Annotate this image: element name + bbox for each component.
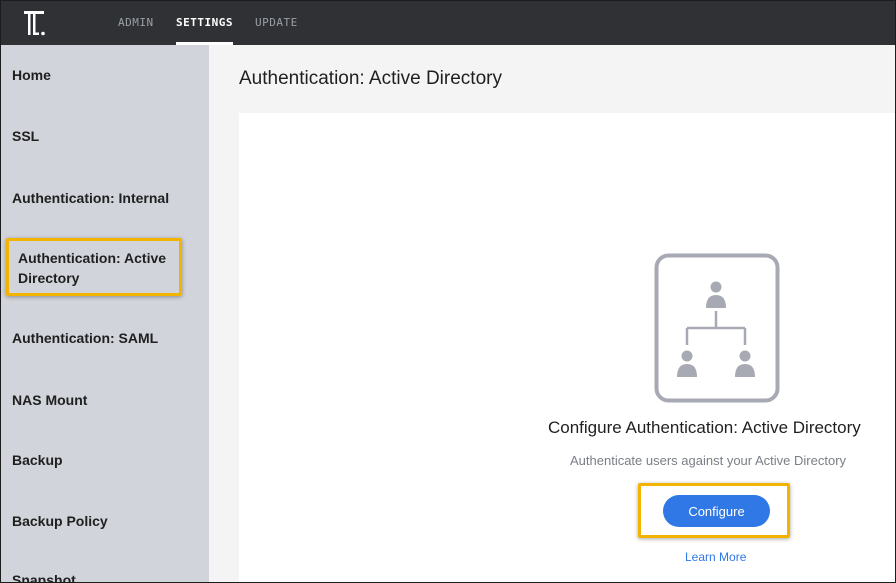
sidebar-item-authentication-active-directory[interactable]: Authentication: Active Directory [18, 248, 173, 288]
tab-admin[interactable]: ADMIN [118, 16, 154, 29]
content-card [239, 113, 895, 582]
sidebar-item-snapshot[interactable]: Snapshot [12, 570, 202, 582]
learn-more-link[interactable]: Learn More [685, 550, 746, 564]
sidebar-item-backup[interactable]: Backup [12, 450, 202, 470]
sidebar-item-authentication-saml[interactable]: Authentication: SAML [12, 328, 202, 348]
page-title: Authentication: Active Directory [239, 68, 502, 89]
sidebar: Home SSL Authentication: Internal Authen… [1, 45, 209, 582]
sidebar-item-ssl[interactable]: SSL [12, 126, 202, 146]
configure-title: Configure Authentication: Active Directo… [548, 418, 861, 437]
tab-update[interactable]: UPDATE [255, 16, 298, 29]
configure-button[interactable]: Configure [663, 495, 770, 527]
sidebar-item-backup-policy[interactable]: Backup Policy [12, 511, 202, 531]
top-nav-bar: ADMIN SETTINGS UPDATE [1, 1, 895, 45]
sidebar-item-nas-mount[interactable]: NAS Mount [12, 390, 202, 410]
app-window: ADMIN SETTINGS UPDATE Home SSL Authentic… [0, 0, 896, 583]
sidebar-item-home[interactable]: Home [12, 65, 202, 85]
org-hierarchy-icon [654, 253, 780, 403]
configure-subtitle: Authenticate users against your Active D… [570, 453, 847, 468]
sidebar-item-authentication-internal[interactable]: Authentication: Internal [12, 188, 202, 208]
t-logo-icon[interactable] [23, 10, 49, 38]
tab-settings[interactable]: SETTINGS [176, 16, 233, 29]
